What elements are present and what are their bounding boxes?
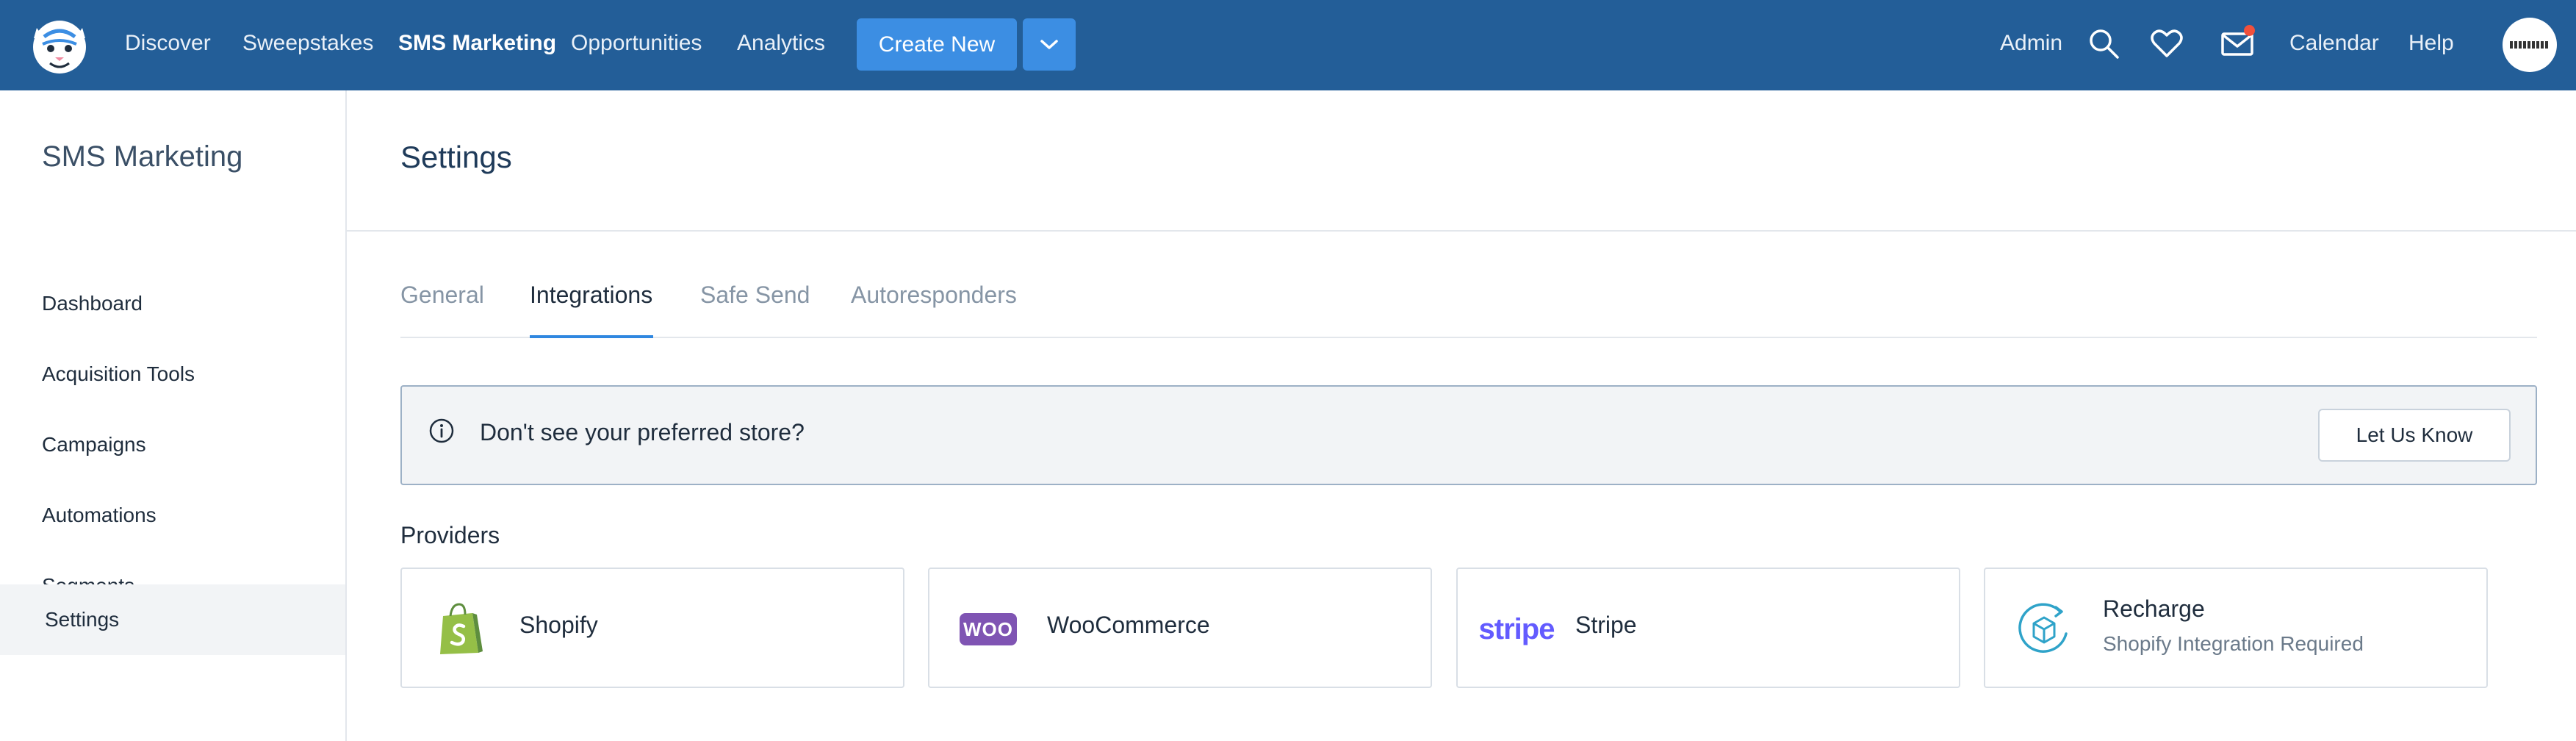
search-icon[interactable]: [2087, 26, 2120, 60]
info-icon: [429, 418, 454, 443]
sidebar-item-campaigns[interactable]: Campaigns: [0, 409, 345, 480]
create-dropdown-button[interactable]: [1023, 18, 1076, 71]
tab-autoresponders[interactable]: Autoresponders: [851, 279, 1017, 310]
provider-card-recharge[interactable]: Recharge Shopify Integration Required: [1984, 568, 2488, 688]
provider-requirement-note: Shopify Integration Required: [2103, 632, 2364, 655]
sidebar-title: SMS Marketing: [42, 140, 243, 173]
provider-card-shopify[interactable]: Shopify: [400, 568, 904, 688]
top-navbar: Discover Sweepstakes SMS Marketing Oppor…: [0, 0, 2576, 90]
woo-logo-text: WOO: [960, 613, 1017, 645]
nav-opportunities[interactable]: Opportunities: [571, 29, 702, 58]
stripe-logo-icon: stripe: [1478, 600, 1555, 659]
shopify-bag-icon: [440, 603, 483, 654]
nav-analytics[interactable]: Analytics: [737, 29, 825, 58]
notification-dot: [2244, 25, 2255, 36]
nav-calendar[interactable]: Calendar: [2289, 29, 2379, 58]
provider-name: Shopify: [519, 612, 598, 638]
let-us-know-button[interactable]: Let Us Know: [2318, 409, 2511, 462]
sidebar-item-dashboard[interactable]: Dashboard: [0, 268, 345, 339]
chevron-down-icon: [1040, 39, 1058, 49]
heart-icon[interactable]: [2150, 26, 2184, 60]
provider-name: Stripe: [1575, 612, 1637, 638]
tab-integrations[interactable]: Integrations: [530, 279, 652, 310]
page-header: [347, 90, 2576, 232]
tiger-logo-icon[interactable]: [28, 15, 91, 75]
nav-help[interactable]: Help: [2408, 29, 2454, 58]
nav-sms-marketing[interactable]: SMS Marketing: [398, 29, 556, 58]
provider-card-stripe[interactable]: stripe Stripe: [1456, 568, 1960, 688]
sidebar-item-settings[interactable]: Settings: [0, 584, 345, 655]
provider-name: WooCommerce: [1047, 612, 1210, 638]
create-new-button[interactable]: Create New: [857, 18, 1017, 71]
store-request-banner: Don't see your preferred store? Let Us K…: [400, 385, 2537, 485]
avatar-logo-icon: [2510, 41, 2550, 49]
user-avatar[interactable]: [2503, 18, 2557, 72]
nav-sweepstakes[interactable]: Sweepstakes: [242, 29, 373, 58]
page-title: Settings: [400, 140, 512, 174]
settings-tabs: General Integrations Safe Send Autorespo…: [400, 279, 2537, 338]
sidebar-item-automations[interactable]: Automations: [0, 480, 345, 551]
recharge-logo-icon: [2018, 603, 2068, 653]
tab-safe-send[interactable]: Safe Send: [700, 279, 810, 310]
provider-card-woocommerce[interactable]: WOO WooCommerce: [928, 568, 1432, 688]
active-tab-indicator: [530, 335, 653, 338]
woocommerce-logo-icon: WOO: [959, 600, 1018, 659]
banner-message: Don't see your preferred store?: [480, 419, 805, 445]
provider-name: Recharge: [2103, 595, 2205, 622]
nav-admin[interactable]: Admin: [2000, 29, 2062, 58]
sidebar-item-acquisition-tools[interactable]: Acquisition Tools: [0, 339, 345, 409]
tab-general[interactable]: General: [400, 279, 484, 310]
sidebar: SMS Marketing Dashboard Acquisition Tool…: [0, 90, 347, 741]
nav-discover[interactable]: Discover: [125, 29, 211, 58]
providers-heading: Providers: [400, 522, 500, 548]
stripe-logo-text: stripe: [1478, 612, 1555, 645]
